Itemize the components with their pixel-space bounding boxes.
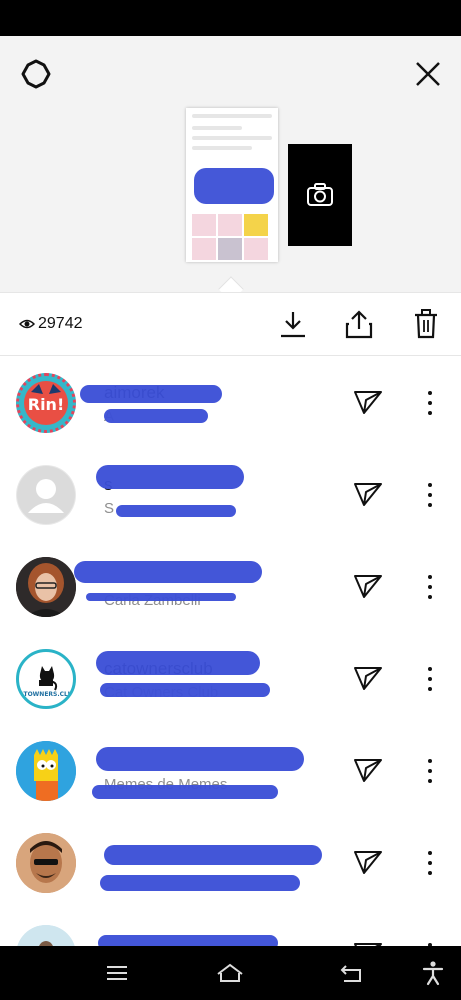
redaction-mark [96, 747, 304, 771]
more-vertical-icon[interactable] [420, 389, 440, 417]
status-bar [0, 0, 461, 36]
close-icon[interactable] [408, 54, 448, 94]
trash-icon[interactable] [410, 307, 442, 341]
redaction-mark [96, 651, 260, 675]
add-story-camera-button[interactable] [288, 144, 352, 246]
download-icon[interactable] [277, 307, 309, 341]
back-icon[interactable] [336, 960, 366, 986]
viewer-row[interactable]: Rin! aimorek A [0, 357, 461, 449]
home-icon[interactable] [215, 960, 245, 986]
redaction-mark [100, 875, 300, 891]
avatar[interactable] [16, 557, 76, 617]
more-vertical-icon[interactable] [420, 573, 440, 601]
viewer-row[interactable] [0, 817, 461, 909]
more-vertical-icon[interactable] [420, 849, 440, 877]
svg-text:CATOWNERS.CLUB: CATOWNERS.CLUB [19, 691, 73, 698]
send-icon[interactable] [352, 755, 384, 787]
settings-gear-icon[interactable] [16, 54, 56, 94]
send-icon[interactable] [352, 939, 384, 946]
redaction-mark [100, 683, 270, 697]
avatar[interactable]: Rin! [16, 373, 76, 433]
accessibility-icon[interactable] [418, 960, 448, 986]
avatar[interactable]: CATOWNERS.CLUB [16, 649, 76, 709]
viewer-row[interactable]: Carla Zambelli [0, 541, 461, 633]
send-icon[interactable] [352, 571, 384, 603]
story-preview-area [0, 36, 461, 292]
send-icon[interactable] [352, 479, 384, 511]
menu-icon[interactable] [102, 960, 132, 986]
redaction-mark [104, 845, 322, 865]
avatar[interactable] [16, 925, 76, 946]
views-toolbar: 29742 [0, 292, 461, 356]
avatar[interactable] [16, 833, 76, 893]
more-vertical-icon[interactable] [420, 757, 440, 785]
story-thumbnail[interactable] [186, 108, 278, 262]
viewer-row[interactable]: s S [0, 449, 461, 541]
redaction-mark [74, 561, 262, 583]
redaction-mark [92, 785, 278, 799]
avatar[interactable] [16, 741, 76, 801]
redaction-mark [116, 505, 236, 517]
eye-icon [18, 317, 36, 329]
redaction-mark [80, 385, 222, 403]
redaction-mark [98, 935, 278, 946]
avatar[interactable] [16, 465, 76, 525]
redaction-mark [86, 593, 236, 601]
more-vertical-icon[interactable] [420, 481, 440, 509]
redaction-mark [104, 409, 208, 423]
send-icon[interactable] [352, 847, 384, 879]
views-count: 29742 [38, 315, 83, 332]
default-avatar-icon [17, 466, 75, 524]
redaction-mark [194, 168, 274, 204]
svg-text:Rin!: Rin! [28, 395, 65, 414]
viewer-row[interactable]: CATOWNERS.CLUB catownersclub Cat Owners … [0, 633, 461, 725]
send-icon[interactable] [352, 387, 384, 419]
system-navigation-bar [0, 946, 461, 1000]
redaction-mark [96, 465, 244, 489]
story-thumbnail-grid [192, 214, 272, 260]
viewers-list: Rin! aimorek A s S [0, 357, 461, 946]
camera-icon [307, 183, 333, 206]
share-icon[interactable] [343, 307, 375, 341]
viewer-fullname: S [104, 500, 115, 517]
more-vertical-icon[interactable] [420, 665, 440, 693]
viewer-row[interactable] [0, 909, 461, 946]
send-icon[interactable] [352, 663, 384, 695]
viewer-row[interactable]: Memes de Memes [0, 725, 461, 817]
